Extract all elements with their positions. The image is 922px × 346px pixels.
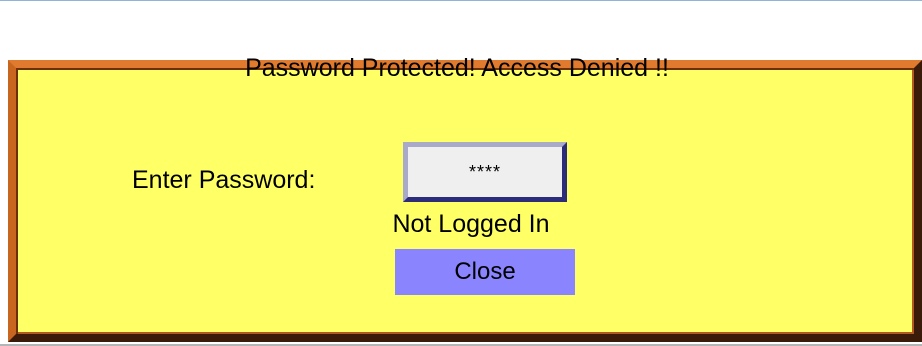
- password-value: ****: [468, 161, 502, 182]
- dialog-title: Password Protected! Access Denied !!: [245, 54, 669, 82]
- login-status: Not Logged In: [392, 210, 550, 238]
- top-blank-area: [0, 0, 922, 60]
- password-field[interactable]: ****: [403, 142, 567, 202]
- close-button[interactable]: Close: [395, 249, 575, 295]
- password-label: Enter Password:: [132, 166, 316, 194]
- close-button-label: Close: [454, 258, 516, 285]
